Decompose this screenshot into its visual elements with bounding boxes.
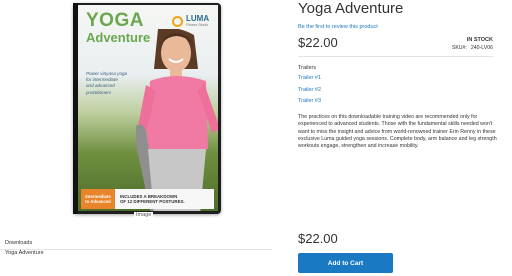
trailer-link-2[interactable]: Trailer #2 xyxy=(298,87,321,93)
dvd-spine xyxy=(73,3,78,214)
review-link[interactable]: Be the first to review this product xyxy=(298,24,378,30)
purchase-price: $22.00 xyxy=(298,231,338,246)
stock-status: In stock xyxy=(466,37,493,43)
product-gallery: YOGA Adventure LUMA Fitness Studio Power… xyxy=(0,0,280,225)
breakdown-line: INCLUDES A BREAKDOWN xyxy=(120,193,178,199)
level-badge-line: to Advanced xyxy=(85,199,111,204)
cover-tagline-line: practitioners xyxy=(86,89,112,95)
product-description: The practices on this downloadable train… xyxy=(298,114,497,150)
downloads-item: Yoga Adventure xyxy=(5,250,44,256)
breakdown-banner: INCLUDES A BREAKDOWN OF 12 DIFFERENT POS… xyxy=(115,189,214,209)
breakdown-line: OF 12 DIFFERENT POSTURES. xyxy=(120,199,185,204)
brand-logo: LUMA Fitness Studio xyxy=(172,15,209,28)
cover-tagline: Power vinyasa yoga for intermediate and … xyxy=(86,71,141,96)
sku-info: SKU#: 240-LV06 xyxy=(452,45,493,51)
sku-value: 240-LV06 xyxy=(470,45,493,51)
sku-label: SKU#: xyxy=(451,45,467,51)
image-label: Image xyxy=(134,212,154,218)
product-price: $22.00 xyxy=(298,35,338,50)
brand-logo-icon xyxy=(172,15,183,27)
trailers-heading: Trailers xyxy=(298,65,317,71)
add-to-cart-button[interactable]: Add to Cart xyxy=(298,253,393,273)
cover-title-line1: YOGA xyxy=(86,10,144,31)
brand-name: LUMA xyxy=(186,14,210,23)
level-badge: Intermediate to Advanced xyxy=(81,189,115,209)
downloads-label: Downloads xyxy=(5,240,33,246)
trailer-link-1[interactable]: Trailer #1 xyxy=(298,75,321,81)
product-image[interactable]: YOGA Adventure LUMA Fitness Studio Power… xyxy=(73,3,221,214)
divider xyxy=(298,56,493,57)
trailer-link-3[interactable]: Trailer #3 xyxy=(298,98,321,104)
dvd-cover: YOGA Adventure LUMA Fitness Studio Power… xyxy=(78,5,218,211)
brand-subtitle: Fitness Studio xyxy=(186,23,209,27)
product-title: Yoga Adventure xyxy=(298,0,404,17)
yoga-woman-illustration xyxy=(136,29,218,211)
